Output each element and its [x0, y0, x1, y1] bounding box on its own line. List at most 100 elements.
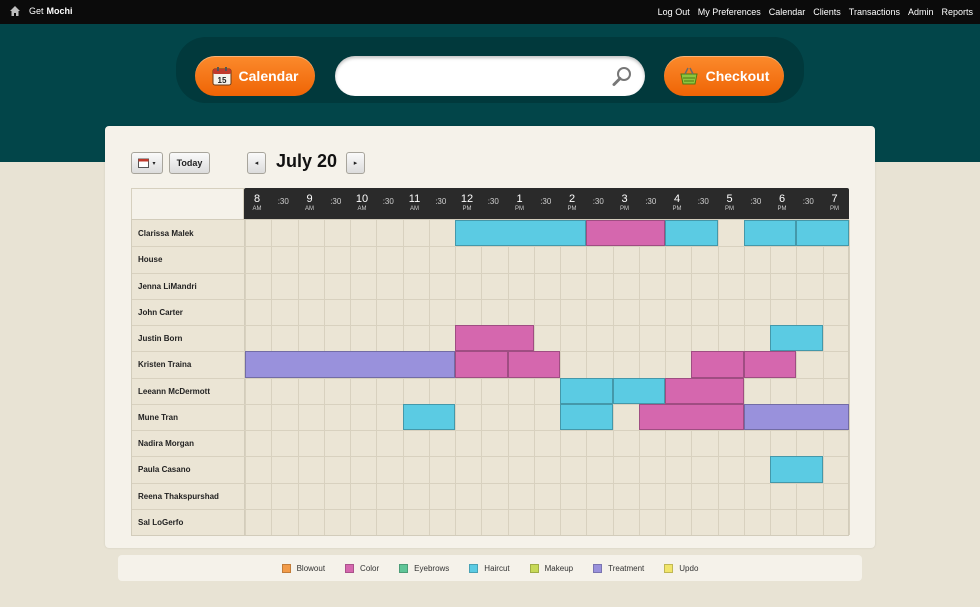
appointment-block[interactable] [402, 403, 455, 430]
hour-label: 2 [568, 193, 576, 205]
appointment-block[interactable] [638, 403, 744, 430]
checkout-button[interactable]: Checkout [664, 56, 784, 96]
legend-label: Haircut [484, 563, 510, 573]
staff-name[interactable]: Clarissa Malek [138, 229, 243, 238]
home-icon[interactable] [9, 5, 21, 17]
appointment-block[interactable] [770, 325, 823, 352]
staff-name[interactable]: Sal LoGerfo [138, 518, 243, 527]
ampm-label: AM [410, 206, 419, 212]
calendar-icon: 15 [212, 67, 232, 86]
next-day-button[interactable]: ▸ [346, 152, 365, 174]
appointment-block[interactable] [507, 351, 560, 378]
hour-label: 6 [778, 193, 786, 205]
legend-item: Blowout [281, 563, 326, 573]
appointment-block[interactable] [455, 325, 534, 352]
nav-clients[interactable]: Clients [813, 7, 841, 17]
appointment-block[interactable] [455, 351, 508, 378]
staff-name[interactable]: Mune Tran [138, 413, 243, 422]
calendar-button[interactable]: 15 Calendar [195, 56, 315, 96]
brand-get-text: Get [29, 6, 44, 16]
time-tick-hour: 9 AM [297, 193, 323, 213]
brand-name: Mochi [46, 6, 73, 16]
chevron-left-icon: ◂ [254, 160, 259, 167]
legend-item: Makeup [529, 563, 573, 573]
hour-label: 5 [726, 193, 733, 205]
hour-label: 9 [306, 193, 313, 205]
nav-transactions[interactable]: Transactions [849, 7, 900, 17]
appointment-block[interactable] [743, 220, 797, 247]
ampm-label: PM [620, 206, 629, 212]
nav-reports[interactable]: Reports [941, 7, 973, 17]
appointment-block[interactable] [743, 403, 849, 430]
small-calendar-icon [138, 158, 150, 168]
staff-name[interactable]: Jenna LiMandri [138, 282, 243, 291]
staff-name[interactable]: Paula Casano [138, 465, 243, 474]
staff-name[interactable]: Justin Born [138, 334, 243, 343]
hour-label: 3 [621, 193, 628, 205]
staff-name[interactable]: John Carter [138, 308, 243, 317]
time-tick-half: :30 [795, 194, 821, 206]
ampm-label: PM [567, 206, 577, 212]
nav-calendar[interactable]: Calendar [769, 7, 806, 17]
staff-name[interactable]: Reena Thakspurshad [138, 492, 243, 501]
schedule-grid: Clarissa Malek House Jenna LiMandri John Ca… [131, 219, 850, 536]
today-button[interactable]: Today [169, 152, 210, 174]
half-hour-label: :30 [277, 197, 289, 206]
time-tick-hour: 5 PM [717, 193, 743, 213]
search-input[interactable] [351, 66, 611, 86]
previous-day-button[interactable]: ◂ [247, 152, 266, 174]
top-nav-links: Log Out My Preferences Calendar Clients … [658, 7, 973, 17]
ampm-label: PM [462, 206, 472, 212]
nav-log-out[interactable]: Log Out [658, 7, 690, 17]
search-icon[interactable] [611, 65, 633, 87]
calendar-button-label: Calendar [238, 68, 299, 84]
time-tick-half: :30 [690, 194, 716, 206]
nav-admin[interactable]: Admin [908, 7, 934, 17]
staff-name[interactable]: Nadira Morgan [138, 439, 243, 448]
search-box[interactable] [335, 56, 645, 96]
hour-label: 10 [355, 193, 369, 205]
appointment-block[interactable] [665, 220, 718, 247]
calendar-icon-day: 15 [217, 76, 226, 85]
brand[interactable]: Get Mochi [9, 5, 73, 17]
half-hour-label: :30 [330, 197, 342, 206]
appointment-block[interactable] [560, 377, 613, 404]
appointment-block[interactable] [560, 403, 613, 430]
grid-row-line [132, 298, 848, 300]
appointment-block[interactable] [743, 351, 797, 378]
appointment-block[interactable] [245, 351, 455, 378]
appointment-block[interactable] [455, 220, 587, 247]
time-tick-half: :30 [323, 194, 349, 206]
half-hour-label: :30 [750, 197, 762, 206]
staff-name[interactable]: Leeann McDermott [138, 387, 243, 396]
time-tick-hour: 8 AM [244, 194, 270, 213]
appointment-block[interactable] [691, 351, 744, 378]
appointment-block[interactable] [586, 220, 665, 247]
legend-item: Updo [664, 563, 698, 573]
appointment-block[interactable] [612, 377, 665, 404]
legend-item: Color [345, 563, 379, 573]
legend-item: Eyebrows [399, 563, 449, 573]
appointment-block[interactable] [796, 220, 849, 247]
ampm-label: AM [305, 206, 314, 212]
time-tick-hour: 3 PM [612, 193, 638, 213]
time-tick-hour: 2 PM [559, 193, 585, 213]
grid-row-line [132, 456, 848, 458]
service-legend: Blowout Color Eyebrows Haircut Makeup Treatme… [118, 555, 862, 581]
time-tick-half: :30 [480, 194, 506, 206]
half-hour-label: :30 [487, 197, 499, 206]
hour-label: 12 [460, 193, 474, 205]
appointment-block[interactable] [665, 377, 744, 404]
hour-label: 1 [516, 193, 523, 205]
ampm-label: PM [830, 206, 839, 212]
staff-name[interactable]: Kristen Traina [138, 360, 243, 369]
time-tick-half: :30 [428, 194, 454, 206]
legend-swatch [281, 563, 291, 573]
chevron-right-icon: ▸ [353, 160, 358, 167]
staff-name[interactable]: House [138, 255, 243, 264]
legend-label: Blowout [296, 563, 326, 573]
date-picker-button[interactable]: ▾ [131, 152, 163, 174]
header-corner [131, 188, 244, 219]
nav-my-preferences[interactable]: My Preferences [698, 7, 761, 17]
appointment-block[interactable] [770, 456, 823, 483]
